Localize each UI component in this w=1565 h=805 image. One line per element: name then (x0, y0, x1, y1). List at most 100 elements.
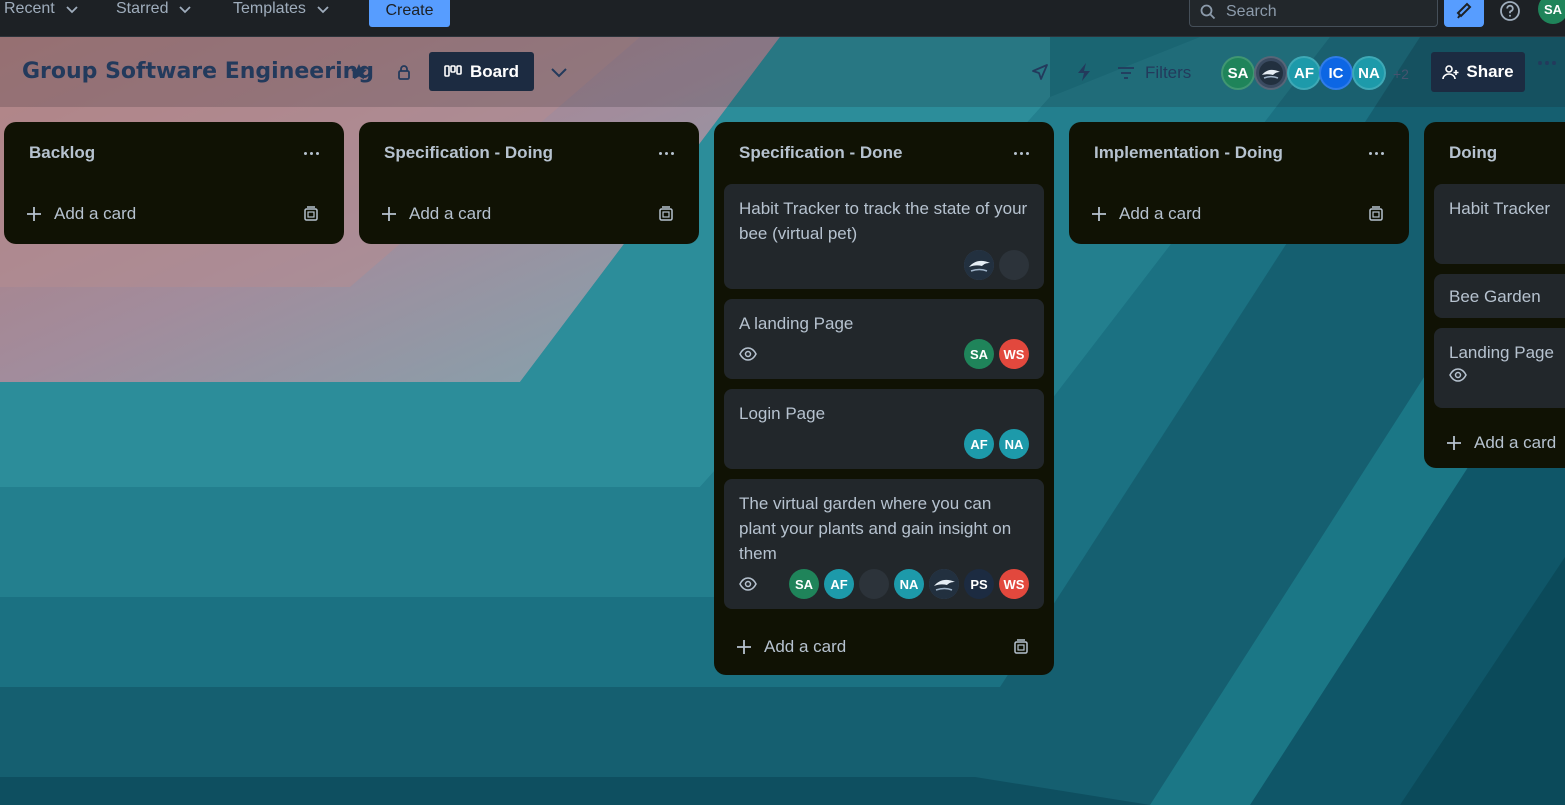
card-title: Bee Garden (1449, 287, 1541, 306)
member-avatar[interactable]: PS (964, 569, 994, 599)
member-avatar[interactable]: NA (999, 429, 1029, 459)
list-menu-icon[interactable] (659, 151, 674, 155)
card-members: AF NA (964, 429, 1029, 459)
add-card-button[interactable]: Add a card (1079, 184, 1399, 244)
member-avatar-blank[interactable] (999, 250, 1029, 280)
template-icon[interactable] (1368, 206, 1384, 222)
list-menu-icon[interactable] (1369, 151, 1384, 155)
card-members (964, 250, 1029, 280)
add-card-button[interactable]: Add a card (724, 619, 1044, 675)
top-navigation-bar: Recent Starred Templates Create Search S… (0, 0, 1565, 37)
nav-recent[interactable]: Recent (4, 0, 79, 21)
board-menu-button[interactable] (1538, 61, 1556, 65)
list-title[interactable]: Backlog (29, 143, 95, 163)
watch-icon (739, 347, 757, 361)
board-view-button[interactable]: Board (429, 52, 534, 91)
add-card-button[interactable]: Add a card (1434, 418, 1565, 468)
member-avatar-photo[interactable] (929, 569, 959, 599)
list-header: Specification - Doing (369, 122, 689, 184)
list-backlog: Backlog Add a card (4, 122, 344, 244)
list-header: Implementation - Doing (1079, 122, 1399, 184)
lock-icon[interactable] (393, 61, 415, 83)
chevron-down-icon (179, 6, 192, 14)
watch-icon (739, 577, 757, 591)
card-footer (1449, 368, 1550, 382)
member-avatar-photo[interactable] (964, 250, 994, 280)
search-input[interactable]: Search (1189, 0, 1438, 27)
list-title[interactable]: Implementation - Doing (1094, 143, 1283, 163)
member-avatar[interactable]: NA (894, 569, 924, 599)
list-menu-icon[interactable] (304, 151, 319, 155)
card-footer: AF NA (739, 429, 1029, 459)
card[interactable]: The virtual garden where you can plant y… (724, 479, 1044, 609)
automation-icon[interactable] (1073, 61, 1095, 83)
member-avatar-blank[interactable] (859, 569, 889, 599)
board-header: Group Software Engineering Board Filters… (0, 37, 1565, 107)
card-members: SA WS (964, 339, 1029, 369)
profile-photo-icon (929, 569, 959, 599)
list-implementation-doing: Implementation - Doing Add a card (1069, 122, 1409, 244)
share-button[interactable]: Share (1431, 52, 1525, 92)
card[interactable]: Landing Page (1434, 328, 1565, 408)
list-specification-done: Specification - Done Habit Tracker to tr… (714, 122, 1054, 675)
list-menu-icon[interactable] (1014, 151, 1029, 155)
list-title[interactable]: Specification - Done (739, 143, 902, 163)
account-avatar[interactable]: SA (1538, 0, 1565, 24)
nav-starred[interactable]: Starred (116, 0, 192, 21)
card-title: Habit Tracker to track the state of your… (739, 199, 1028, 243)
member-avatar-photo[interactable] (1254, 56, 1288, 90)
list-title[interactable]: Specification - Doing (384, 143, 553, 163)
member-avatar[interactable]: NA (1352, 56, 1386, 90)
card[interactable]: A landing Page SA WS (724, 299, 1044, 379)
list-title[interactable]: Doing (1449, 143, 1497, 163)
member-avatar[interactable]: SA (964, 339, 994, 369)
card[interactable]: Login Page AF NA (724, 389, 1044, 469)
member-avatar[interactable]: WS (999, 569, 1029, 599)
card[interactable]: Bee Garden (1434, 274, 1565, 318)
help-button[interactable] (1490, 0, 1530, 27)
more-members-count[interactable]: +2 (1393, 66, 1409, 82)
member-avatar[interactable]: WS (999, 339, 1029, 369)
card-title: Login Page (739, 404, 826, 423)
card-members: SA AF NA PS WS (789, 569, 1029, 599)
filters-button[interactable]: Filters (1117, 61, 1191, 85)
star-icon[interactable] (348, 61, 370, 83)
card-title: A landing Page (739, 314, 854, 333)
member-avatar[interactable]: SA (1221, 56, 1255, 90)
filter-icon (1118, 67, 1134, 79)
template-icon[interactable] (303, 206, 319, 222)
power-ups-icon[interactable] (1029, 61, 1051, 83)
plus-icon (27, 207, 41, 221)
notifications-button[interactable] (1444, 0, 1484, 27)
card-title: The virtual garden where you can plant y… (739, 494, 1012, 563)
member-avatar[interactable]: AF (964, 429, 994, 459)
card[interactable]: Habit Tracker (1434, 184, 1565, 264)
member-avatar[interactable]: AF (824, 569, 854, 599)
create-button[interactable]: Create (369, 0, 450, 27)
card-footer: SA AF NA PS WS (739, 569, 1029, 599)
member-avatar[interactable]: SA (789, 569, 819, 599)
card[interactable]: Habit Tracker to track the state of your… (724, 184, 1044, 289)
list-specification-doing: Specification - Doing Add a card (359, 122, 699, 244)
member-avatar[interactable]: AF (1287, 56, 1321, 90)
plus-icon (737, 640, 751, 654)
chevron-down-icon[interactable] (548, 61, 570, 83)
plus-icon (1447, 436, 1461, 450)
list-doing: Doing Habit Tracker Bee Garden Landing P… (1424, 122, 1565, 468)
add-person-icon (1442, 65, 1459, 80)
board-title[interactable]: Group Software Engineering (22, 59, 374, 84)
add-card-button[interactable]: Add a card (14, 184, 334, 244)
add-card-button[interactable]: Add a card (369, 184, 689, 244)
list-header: Backlog (14, 122, 334, 184)
card-footer: SA WS (739, 339, 1029, 369)
template-icon[interactable] (1013, 639, 1029, 655)
template-icon[interactable] (658, 206, 674, 222)
search-icon (1200, 4, 1216, 19)
board-icon (444, 64, 462, 77)
plus-icon (382, 207, 396, 221)
chevron-down-icon (317, 6, 329, 14)
member-avatar[interactable]: IC (1319, 56, 1353, 90)
nav-templates[interactable]: Templates (233, 0, 330, 21)
profile-photo-icon (964, 250, 994, 280)
list-header: Specification - Done (724, 122, 1044, 184)
